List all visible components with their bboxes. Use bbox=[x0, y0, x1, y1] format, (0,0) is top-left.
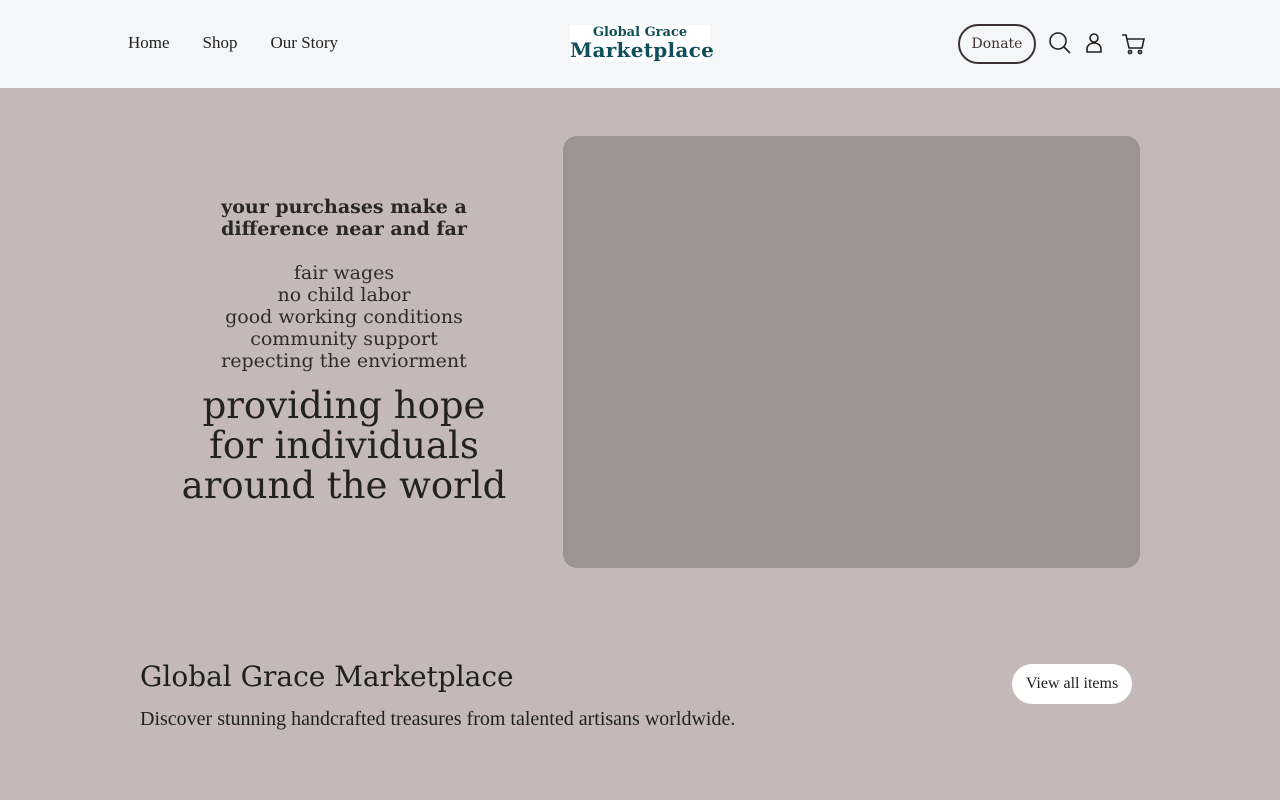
value-item: fair wages bbox=[293, 262, 395, 284]
hero-values-list: fair wages no child labor good working c… bbox=[174, 262, 514, 372]
section-subtitle: Discover stunning handcrafted treasures … bbox=[140, 708, 736, 730]
site-header: Home Shop Our Story Global Grace Marketp… bbox=[0, 0, 1280, 88]
value-item: good working conditions bbox=[225, 306, 463, 328]
hero-tagline: your purchases make a difference near an… bbox=[221, 196, 467, 240]
value-item: no child labor bbox=[277, 284, 411, 306]
account-icon[interactable] bbox=[1082, 29, 1108, 57]
nav-shop[interactable]: Shop bbox=[203, 33, 238, 53]
nav-home[interactable]: Home bbox=[128, 33, 170, 53]
view-all-items-button[interactable]: View all items bbox=[1012, 664, 1132, 704]
search-icon[interactable] bbox=[1047, 29, 1073, 57]
hero-image-placeholder bbox=[563, 136, 1140, 568]
logo-line2: Marketplace bbox=[570, 38, 715, 62]
value-item: repecting the enviorment bbox=[221, 350, 467, 372]
donate-button[interactable]: Donate bbox=[958, 24, 1036, 64]
value-item: community support bbox=[250, 328, 438, 350]
section-title: Global Grace Marketplace bbox=[140, 660, 514, 693]
hero-text: your purchases make a difference near an… bbox=[174, 196, 514, 506]
nav-our-story[interactable]: Our Story bbox=[271, 33, 339, 53]
cart-icon[interactable] bbox=[1120, 29, 1146, 57]
hero-headline: providing hope for individuals around th… bbox=[181, 384, 507, 507]
site-logo[interactable]: Global Grace Marketplace bbox=[570, 25, 715, 62]
main-nav: Home Shop Our Story bbox=[128, 0, 371, 86]
